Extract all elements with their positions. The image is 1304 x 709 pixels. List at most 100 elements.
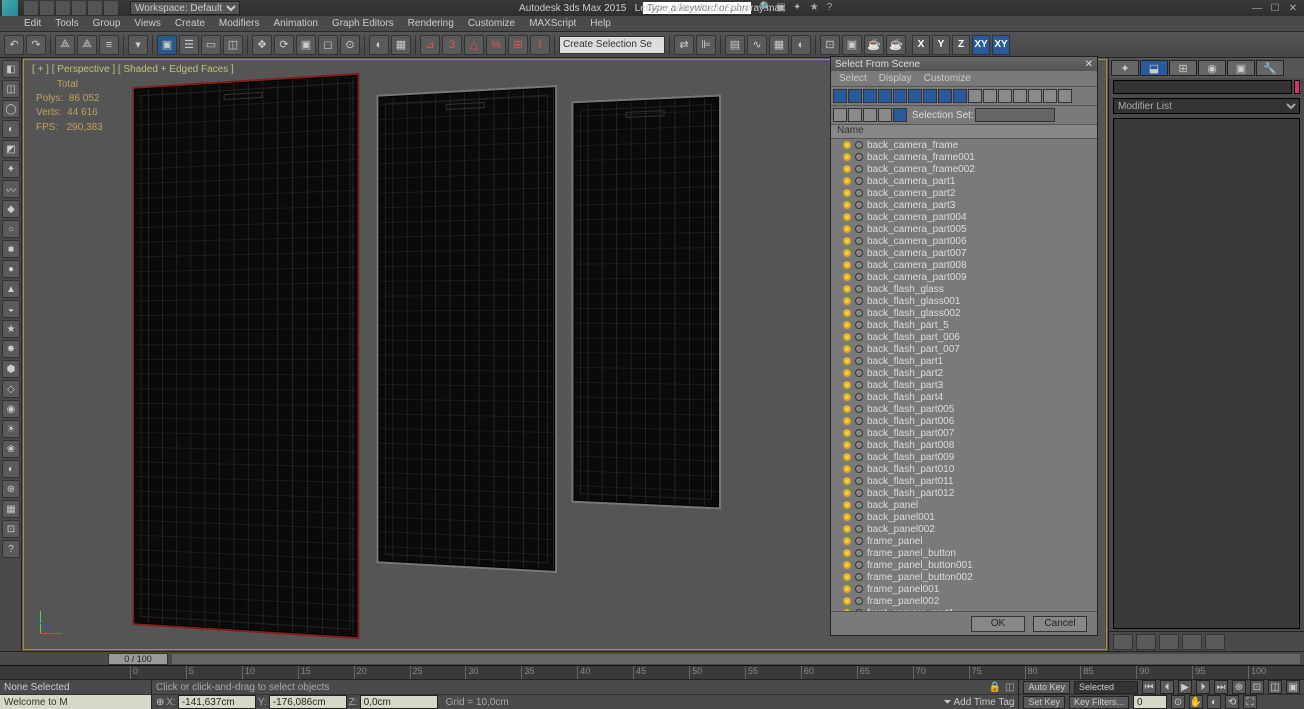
favorite-icon[interactable]: ★ <box>810 2 822 14</box>
goto-end-icon[interactable]: ⏭ <box>1214 680 1228 694</box>
tab-display-icon[interactable]: ▣ <box>1227 60 1255 76</box>
tab-create-icon[interactable]: ✦ <box>1111 60 1139 76</box>
menu-animation[interactable]: Animation <box>273 18 317 29</box>
nav-region-icon[interactable]: ▣ <box>1286 680 1300 694</box>
select-window-button[interactable]: ◫ <box>223 35 243 55</box>
list-item[interactable]: back_camera_frame <box>831 139 1097 151</box>
mirror-button[interactable]: ⇄ <box>674 35 694 55</box>
close-button[interactable]: ✕ <box>1286 1 1300 15</box>
prev-frame-icon[interactable]: ⏴ <box>1160 680 1174 694</box>
lt-g8-icon[interactable]: ⬢ <box>2 360 20 378</box>
list-item[interactable]: back_camera_part009 <box>831 271 1097 283</box>
align-button[interactable]: ⊫ <box>696 35 716 55</box>
list-item[interactable]: back_flash_glass001 <box>831 295 1097 307</box>
list-item[interactable]: frame_panel <box>831 535 1097 547</box>
dialog-close-icon[interactable]: ✕ <box>1085 59 1093 70</box>
list-item[interactable]: back_panel001 <box>831 511 1097 523</box>
list-item[interactable]: frame_panel_button002 <box>831 571 1097 583</box>
selset-4-icon[interactable] <box>878 108 892 122</box>
lt-cam-icon[interactable]: ◩ <box>2 140 20 158</box>
select-rect-button[interactable]: ▭ <box>201 35 221 55</box>
list-item[interactable]: back_panel002 <box>831 523 1097 535</box>
object-name-input[interactable] <box>1113 80 1292 94</box>
pivot-button[interactable]: ⊙ <box>340 35 360 55</box>
lt-g1-icon[interactable]: ○ <box>2 220 20 238</box>
menu-graph-editors[interactable]: Graph Editors <box>332 18 394 29</box>
selset-2-icon[interactable] <box>848 108 862 122</box>
menu-create[interactable]: Create <box>175 18 205 29</box>
link-button[interactable]: ⟁ <box>55 35 75 55</box>
time-slider[interactable]: 0 / 100 <box>0 651 1304 665</box>
time-config-icon[interactable]: ⊙ <box>1171 695 1185 709</box>
workspace-selector[interactable]: Workspace: Default <box>130 1 240 15</box>
list-item[interactable]: back_panel <box>831 499 1097 511</box>
edged-button[interactable]: ⌇ <box>530 35 550 55</box>
nav-pan-icon[interactable]: ✋ <box>1189 695 1203 709</box>
lt-g3-icon[interactable]: ● <box>2 260 20 278</box>
time-scrubber[interactable]: 0 / 100 <box>108 653 168 665</box>
lt-obj-icon[interactable]: ◫ <box>2 80 20 98</box>
dialog-menu-display[interactable]: Display <box>879 73 912 84</box>
flt-12-icon[interactable] <box>998 89 1012 103</box>
list-header-name[interactable]: Name <box>831 125 1097 139</box>
render-frame-button[interactable]: ▣ <box>842 35 862 55</box>
viewport-label[interactable]: [ + ] [ Perspective ] [ Shaded + Edged F… <box>32 64 234 75</box>
key-mode-dropdown[interactable]: Selected <box>1074 681 1138 694</box>
lt-g6-icon[interactable]: ★ <box>2 320 20 338</box>
add-time-tag[interactable]: Add Time Tag <box>954 697 1015 708</box>
auto-key-button[interactable]: Auto Key <box>1023 681 1070 694</box>
select-filter-button[interactable]: ▾ <box>128 35 148 55</box>
exchange-icon[interactable]: ✦ <box>793 2 805 14</box>
qat-save-icon[interactable] <box>56 1 70 15</box>
list-item[interactable]: back_flash_part4 <box>831 391 1097 403</box>
list-item[interactable]: frame_panel_button <box>831 547 1097 559</box>
axis-xy2-button[interactable]: XY <box>992 35 1010 55</box>
tab-utilities-icon[interactable]: 🔧 <box>1256 60 1284 76</box>
menu-views[interactable]: Views <box>134 18 161 29</box>
schematic-button[interactable]: ▦ <box>769 35 789 55</box>
list-item[interactable]: back_flash_part006 <box>831 415 1097 427</box>
ok-button[interactable]: OK <box>971 616 1025 632</box>
flt-helpers-icon[interactable] <box>893 89 907 103</box>
list-item[interactable]: back_flash_part_007 <box>831 343 1097 355</box>
select-object-button[interactable]: ▣ <box>157 35 177 55</box>
list-item[interactable]: back_flash_part_5 <box>831 319 1097 331</box>
snap-2d-button[interactable]: ⊿ <box>420 35 440 55</box>
list-item[interactable]: back_flash_part1 <box>831 355 1097 367</box>
list-item[interactable]: back_camera_part3 <box>831 199 1097 211</box>
angle-snap-button[interactable]: △ <box>464 35 484 55</box>
set-key-button[interactable]: Set Key <box>1023 696 1065 709</box>
minimize-button[interactable]: — <box>1250 1 1264 15</box>
pin-stack-icon[interactable] <box>1113 634 1133 650</box>
flt-geometry-icon[interactable] <box>833 89 847 103</box>
list-item[interactable]: back_flash_part010 <box>831 463 1097 475</box>
scale-button[interactable]: ▣ <box>296 35 316 55</box>
goto-start-icon[interactable]: ⏮ <box>1142 680 1156 694</box>
flt-15-icon[interactable] <box>1043 89 1057 103</box>
help-icon[interactable]: ? <box>827 2 839 14</box>
axis-z-button[interactable]: Z <box>952 35 970 55</box>
cancel-button[interactable]: Cancel <box>1033 616 1087 632</box>
menu-group[interactable]: Group <box>93 18 121 29</box>
lt-g2-icon[interactable]: ■ <box>2 240 20 258</box>
tab-hierarchy-icon[interactable]: ⊞ <box>1169 60 1197 76</box>
list-item[interactable]: back_flash_part_006 <box>831 331 1097 343</box>
dialog-titlebar[interactable]: Select From Scene ✕ <box>831 57 1097 71</box>
workspace-dropdown[interactable]: Workspace: Default <box>130 1 240 15</box>
time-ruler[interactable]: 0510152025303540455055606570758085909510… <box>0 665 1304 679</box>
curve-editor-button[interactable]: ∿ <box>747 35 767 55</box>
lt-max-icon[interactable]: ◧ <box>2 60 20 78</box>
z-input[interactable] <box>360 695 438 709</box>
tab-motion-icon[interactable]: ◉ <box>1198 60 1226 76</box>
menu-modifiers[interactable]: Modifiers <box>219 18 260 29</box>
spinner-snap-button[interactable]: ⊞ <box>508 35 528 55</box>
nav-maximize-icon[interactable]: ⛶ <box>1243 695 1257 709</box>
list-item[interactable]: back_camera_part006 <box>831 235 1097 247</box>
lt-g4-icon[interactable]: ▲ <box>2 280 20 298</box>
list-item[interactable]: back_flash_glass <box>831 283 1097 295</box>
script-listener[interactable]: Welcome to M <box>0 695 151 709</box>
flt-xrefs-icon[interactable] <box>938 89 952 103</box>
flt-11-icon[interactable] <box>983 89 997 103</box>
list-item[interactable]: back_flash_part009 <box>831 451 1097 463</box>
select-name-button[interactable]: ☰ <box>179 35 199 55</box>
